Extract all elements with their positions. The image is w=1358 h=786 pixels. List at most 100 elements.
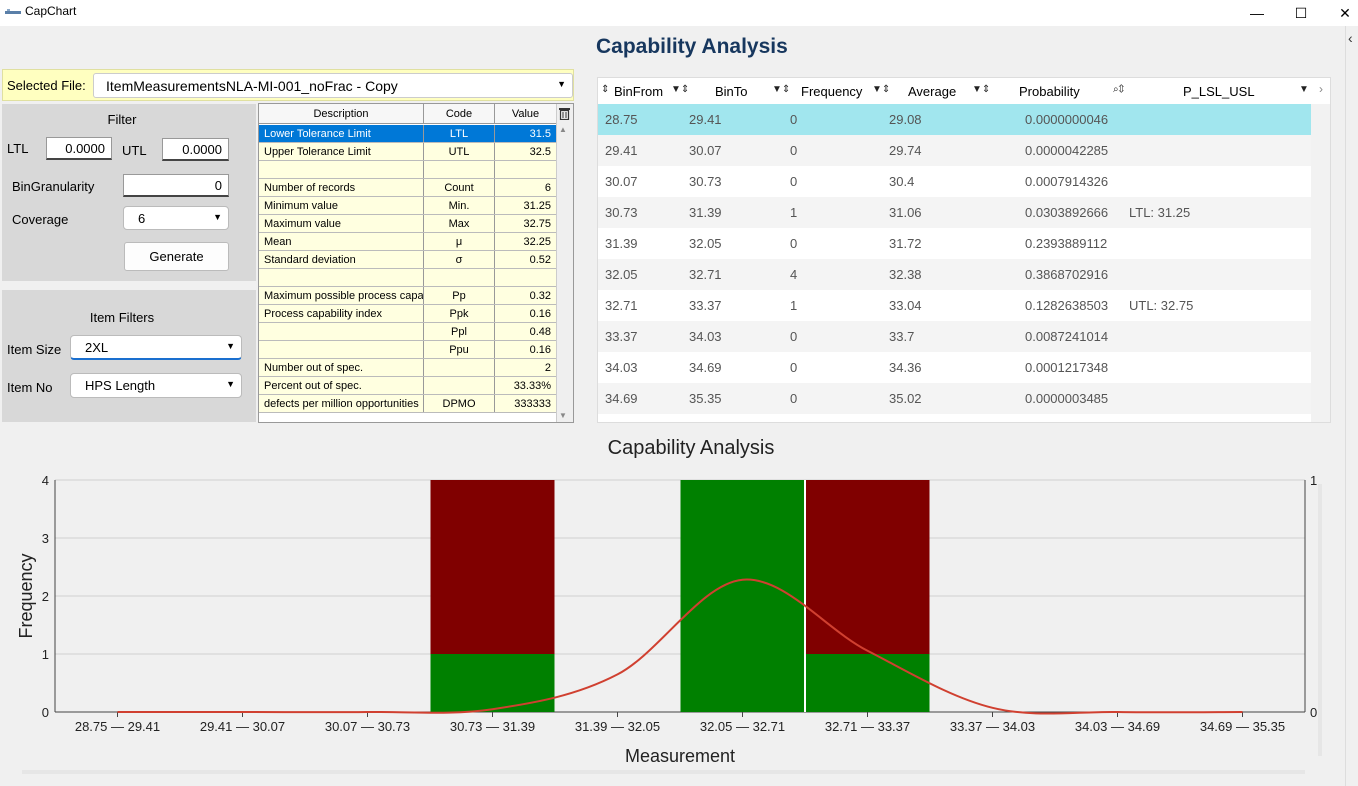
grid-cell-average: 34.36 [889,360,922,375]
grid-cell-frequency: 0 [790,174,798,189]
filter-icon[interactable]: ▼ [1299,84,1309,95]
filter-icon[interactable]: ▼⇕ [972,84,990,95]
grid-cell-binto: 34.03 [689,329,722,344]
close-button[interactable]: ✕ [1322,0,1358,26]
app-icon [5,9,21,14]
grid-row[interactable]: 30.07 30.73 0 30.4 0.0007914326 [598,166,1311,197]
minimize-button[interactable]: — [1234,0,1280,26]
stat-code: LTL [424,125,495,142]
chart-bar [805,654,930,712]
chevron-down-icon: ▼ [226,341,235,351]
grid-row[interactable]: 33.37 34.03 0 33.7 0.0087241014 [598,321,1311,352]
stat-description: Standard deviation [259,251,424,268]
grid-cell-average: 33.7 [889,329,915,344]
statistics-row[interactable]: Percent out of spec. 33.33% [259,377,557,395]
coverage-value: 6 [138,211,146,226]
statistics-row[interactable]: Ppu 0.16 [259,341,557,359]
statistics-row[interactable]: defects per million opportunities DPMO 333… [259,395,557,413]
y-tick-label: 0 [42,705,49,720]
stat-description: Mean [259,233,424,250]
y-tick-label: 2 [42,589,49,604]
grid-cell-binto: 29.41 [689,112,722,127]
bin-granularity-input[interactable]: 0 [123,174,229,197]
filter-icon[interactable]: ▼⇕ [872,84,890,95]
statistics-row[interactable]: Ppl 0.48 [259,323,557,341]
statistics-row[interactable]: Number of records Count 6 [259,179,557,197]
col-probability[interactable]: Probability [1019,84,1080,99]
col-value[interactable]: Value [495,104,557,123]
stat-description [259,323,424,340]
sort-icon[interactable]: ⇕ [601,84,609,95]
title-bar: CapChart — ☐ ✕ [0,0,1358,26]
statistics-row[interactable]: Upper Tolerance Limit UTL 32.5 [259,143,557,161]
x-tick-label: 34.69 — 35.35 [1200,719,1285,734]
utl-input[interactable]: 0.0000 [162,138,229,161]
grid-row[interactable]: 29.41 30.07 0 29.74 0.0000042285 [598,135,1311,166]
grid-row[interactable]: 34.03 34.69 0 34.36 0.0001217348 [598,352,1311,383]
item-size-dropdown[interactable]: 2XL ▼ [70,335,242,360]
statistics-row[interactable]: Minimum value Min. 31.25 [259,197,557,215]
grid-row[interactable]: 28.75 29.41 0 29.08 0.0000000046 [598,104,1311,135]
stat-description: Number out of spec. [259,359,424,376]
ltl-label: LTL [7,141,29,156]
col-average[interactable]: Average [908,84,956,99]
grid-cell-average: 31.72 [889,236,922,251]
grid-cell-binfrom: 32.71 [605,298,638,313]
probability-curve [117,578,1243,715]
coverage-dropdown[interactable]: 6 ▼ [123,206,229,230]
grid-row[interactable]: 32.71 33.37 1 33.04 0.1282638503 UTL: 32.75 [598,290,1311,321]
grid-cell-binto: 30.73 [689,174,722,189]
side-panel-strip[interactable] [1345,26,1358,786]
statistics-scrollbar[interactable]: ▲ ▼ [556,104,573,422]
statistics-row[interactable]: Lower Tolerance Limit LTL 31.5 [259,125,557,143]
filter-icon[interactable]: ▼⇕ [671,84,689,95]
col-binto[interactable]: BinTo [715,84,748,99]
item-no-dropdown[interactable]: HPS Length ▼ [70,373,242,398]
chart-bar [680,480,805,712]
generate-button[interactable]: Generate [124,242,229,271]
scroll-up-icon[interactable]: ▲ [559,125,567,134]
utl-label: UTL [122,143,147,158]
selected-file-dropdown[interactable]: ItemMeasurementsNLA-MI-001_noFrac - Copy… [93,73,573,98]
statistics-row[interactable]: Mean μ 32.25 [259,233,557,251]
statistics-row[interactable]: Maximum value Max 32.75 [259,215,557,233]
grid-cell-binto: 32.05 [689,236,722,251]
grid-row[interactable]: 31.39 32.05 0 31.72 0.2393889112 [598,228,1311,259]
main-window: Capability Analysis Selected File: ItemM… [0,26,1345,786]
statistics-row[interactable]: Maximum possible process capab Pp 0.32 [259,287,557,305]
statistics-row[interactable] [259,161,557,179]
item-filters-panel: Item Filters Item Size 2XL ▼ Item No HPS… [2,290,256,422]
stat-description: Process capability index [259,305,424,322]
grid-cell-frequency: 0 [790,112,798,127]
chevron-right-icon[interactable]: › [1319,82,1323,96]
grid-row[interactable]: 30.73 31.39 1 31.06 0.0303892666 LTL: 31.25 [598,197,1311,228]
x-tick-label: 29.41 — 30.07 [200,719,285,734]
col-description[interactable]: Description [259,104,424,123]
statistics-row[interactable]: Number out of spec. 2 [259,359,557,377]
grid-cell-average: 33.04 [889,298,922,313]
stat-description: Lower Tolerance Limit [259,125,424,142]
grid-cell-average: 32.38 [889,267,922,282]
chevron-left-icon[interactable]: ‹ [1348,30,1353,46]
statistics-row[interactable]: Standard deviation σ 0.52 [259,251,557,269]
col-code[interactable]: Code [424,104,495,123]
y-tick-label: 1 [42,647,49,662]
x-tick-label: 34.03 — 34.69 [1075,719,1160,734]
scroll-down-icon[interactable]: ▼ [559,411,567,420]
bins-grid-scrollbar[interactable] [1311,104,1330,422]
grid-row[interactable]: 34.69 35.35 0 35.02 0.0000003485 [598,383,1311,414]
trash-icon[interactable] [559,107,570,120]
search-icon[interactable]: ⌕⇕ [1113,84,1124,95]
grid-row[interactable]: 32.05 32.71 4 32.38 0.3868702916 [598,259,1311,290]
ltl-input[interactable]: 0.0000 [46,137,112,160]
statistics-row[interactable]: Process capability index Ppk 0.16 [259,305,557,323]
col-frequency[interactable]: Frequency [801,84,862,99]
maximize-button[interactable]: ☐ [1278,0,1324,26]
selected-file-label: Selected File: [7,78,86,93]
col-p-lsl-usl[interactable]: P_LSL_USL [1183,84,1255,99]
statistics-row[interactable] [259,269,557,287]
stat-value: 32.5 [495,143,557,160]
filter-icon[interactable]: ▼⇕ [772,84,790,95]
x-tick-label: 32.71 — 33.37 [825,719,910,734]
col-binfrom[interactable]: BinFrom [614,84,663,99]
